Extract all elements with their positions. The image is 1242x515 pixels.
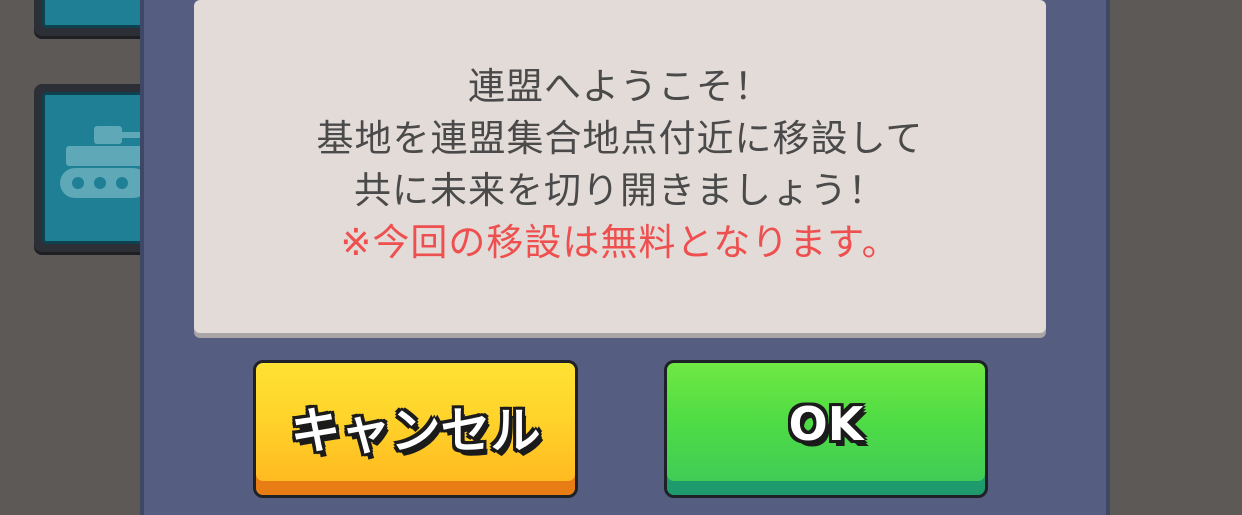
ok-button-label: OK	[788, 397, 864, 451]
cancel-button-label: キャンセル	[290, 402, 541, 460]
free-relocation-note: ※今回の移設は無料となります。	[340, 221, 900, 264]
message-line-relocate: 基地を連盟集合地点付近に移設して	[316, 117, 924, 160]
message-line-welcome: 連盟へようこそ！	[468, 65, 772, 108]
cancel-button[interactable]: キャンセル	[253, 360, 578, 498]
message-line-future: 共に未来を切り開きましょう！	[354, 169, 886, 212]
game-screen: 連盟へようこそ！ 基地を連盟集合地点付近に移設して 共に未来を切り開きましょう！…	[0, 0, 1242, 515]
message-box: 連盟へようこそ！ 基地を連盟集合地点付近に移設して 共に未来を切り開きましょう！…	[194, 0, 1046, 333]
ok-button[interactable]: OK	[664, 360, 988, 498]
